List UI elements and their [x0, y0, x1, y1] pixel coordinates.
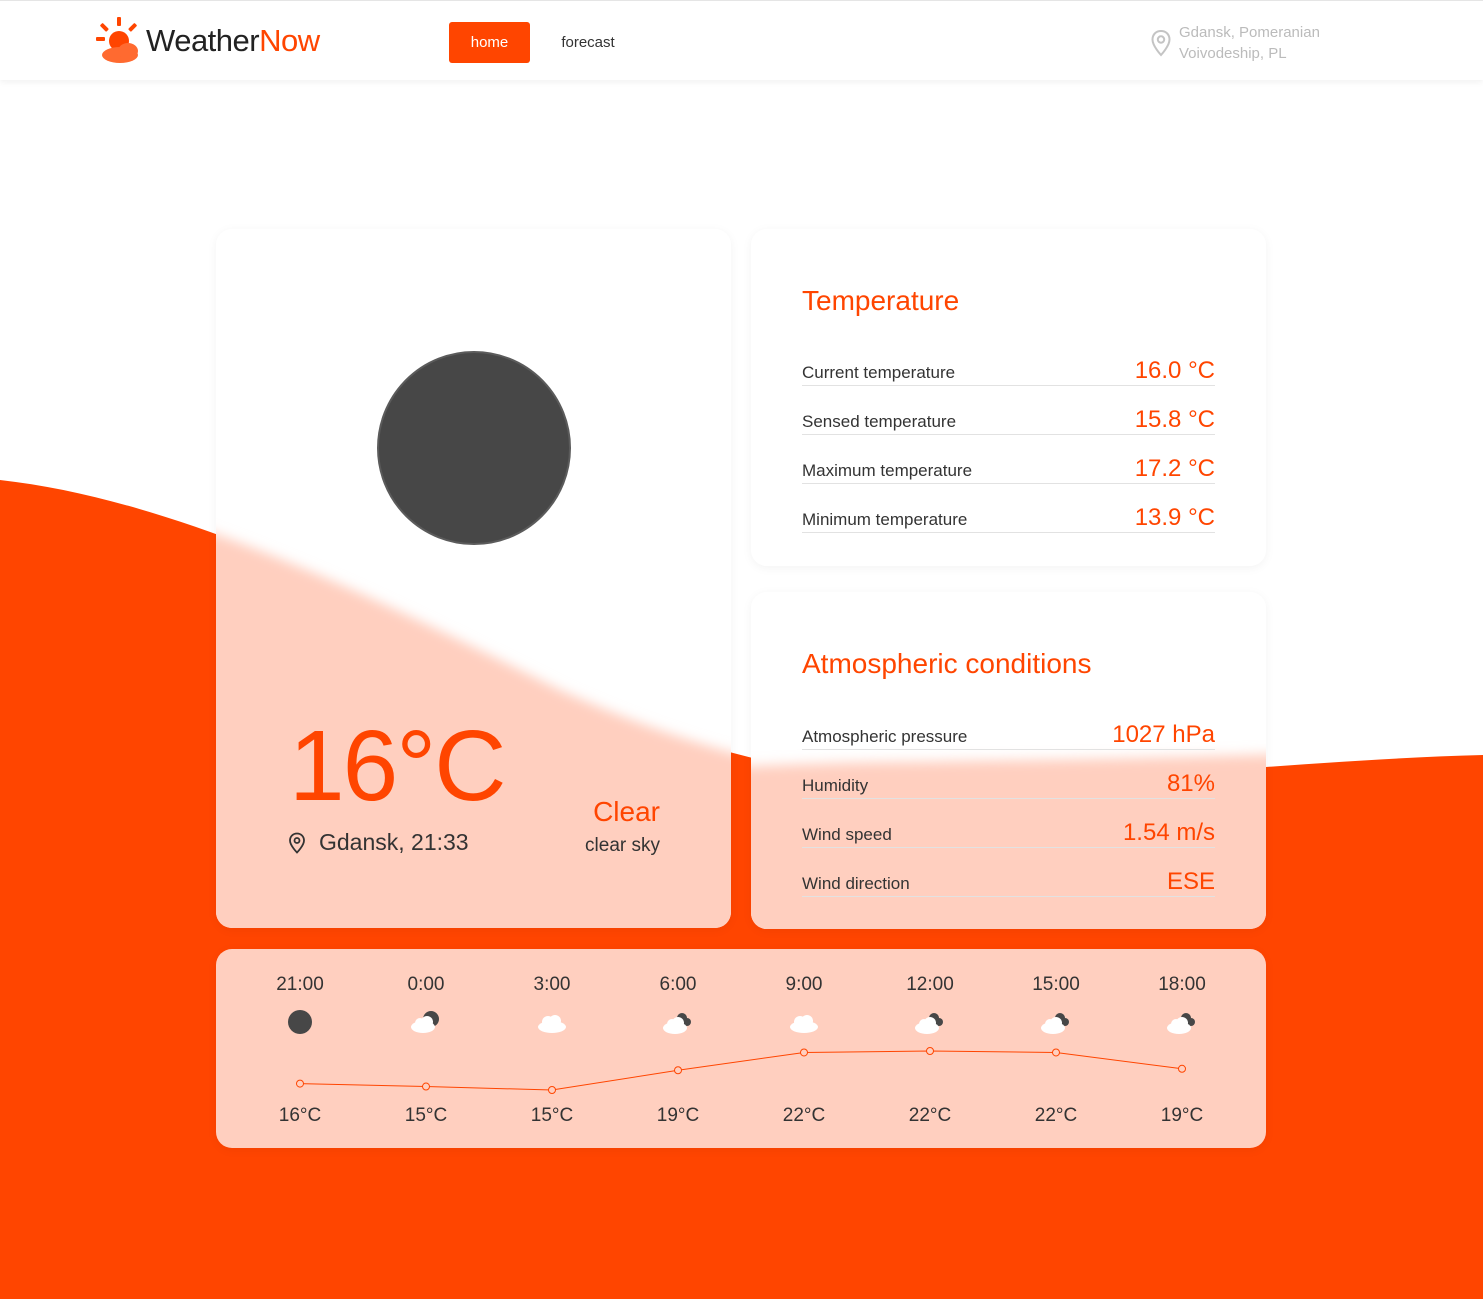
atmospheric-card: Atmospheric conditions Atmospheric press…	[751, 592, 1266, 929]
current-weather-card: 16°C Gdansk, 21:33 Clear clear sky	[216, 229, 731, 928]
hourly-item: 18:00 19°C	[1132, 949, 1232, 1148]
hourly-item: 9:00 22°C	[754, 949, 854, 1148]
temperature-title: Temperature	[802, 285, 960, 316]
list-item: Humidity 81%	[802, 750, 1215, 799]
hour-time: 15:00	[1032, 974, 1080, 995]
location-line-2: Voivodeship, PL	[1179, 45, 1287, 62]
atmospheric-title: Atmospheric conditions	[802, 648, 1092, 679]
cloud-icon	[538, 1015, 566, 1033]
current-city-time: Gdansk, 21:33	[288, 829, 469, 856]
hour-temp: 22°C	[908, 1105, 952, 1126]
temperature-card: Temperature Current temperature 16.0 °C …	[751, 229, 1266, 566]
hour-temp: 15°C	[530, 1105, 574, 1126]
row-value: 15.8 °C	[1134, 406, 1215, 433]
hour-temp: 19°C	[656, 1105, 700, 1126]
hour-temp: 22°C	[782, 1105, 826, 1126]
hour-temp: 16°C	[278, 1105, 322, 1126]
broken-clouds-icon	[915, 1013, 943, 1034]
hourly-item: 15:00 22°C	[1006, 949, 1106, 1148]
logo-text-weather: Weather	[146, 23, 260, 58]
list-item: Wind direction ESE	[802, 848, 1215, 897]
row-label: Humidity	[802, 776, 869, 795]
location-line-1: Gdansk, Pomeranian	[1179, 24, 1320, 41]
hour-time: 9:00	[785, 974, 823, 995]
hour-temp: 19°C	[1160, 1105, 1204, 1126]
hourly-forecast-card: 21:00 16°C 0:00 15°C 3:00 15°C 6:00 19°C 9:00 22°…	[216, 949, 1266, 1148]
broken-clouds-icon	[663, 1013, 691, 1034]
row-label: Minimum temperature	[802, 510, 968, 529]
condition-description: clear sky	[585, 835, 660, 856]
row-value: ESE	[1166, 868, 1215, 895]
nav-forecast-link[interactable]: forecast	[548, 22, 628, 63]
hour-time: 18:00	[1158, 974, 1206, 995]
row-value: 1027 hPa	[1112, 721, 1215, 748]
row-label: Maximum temperature	[802, 461, 973, 480]
row-value: 81%	[1166, 770, 1215, 797]
logo-text-now: Now	[259, 23, 320, 58]
hour-time: 6:00	[659, 974, 697, 995]
hourly-item: 0:00 15°C	[376, 949, 476, 1148]
hourly-item: 6:00 19°C	[628, 949, 728, 1148]
hour-time: 21:00	[276, 974, 324, 995]
condition-title: Clear	[593, 796, 660, 827]
hour-time: 0:00	[407, 974, 445, 995]
hour-time: 3:00	[533, 974, 571, 995]
hour-time: 12:00	[906, 974, 954, 995]
list-item: Minimum temperature 13.9 °C	[802, 484, 1215, 533]
list-item: Current temperature 16.0 °C	[802, 337, 1215, 386]
cloud-icon	[790, 1015, 818, 1033]
list-item: Sensed temperature 15.8 °C	[802, 386, 1215, 435]
row-label: Sensed temperature	[802, 412, 957, 431]
temperature-list: Current temperature 16.0 °C Sensed tempe…	[802, 337, 1215, 533]
row-value: 17.2 °C	[1134, 455, 1215, 482]
list-item: Maximum temperature 17.2 °C	[802, 435, 1215, 484]
moon-cloud-icon	[411, 1011, 439, 1033]
city-time-text: Gdansk, 21:33	[319, 829, 469, 855]
moon-icon	[288, 1010, 312, 1034]
broken-clouds-icon	[1041, 1013, 1069, 1034]
broken-clouds-icon	[1167, 1013, 1195, 1034]
hourly-temperature-line	[296, 1047, 1186, 1094]
sun-cloud-logo-icon	[96, 17, 138, 63]
current-temperature: 16°C	[289, 710, 506, 822]
hour-temp: 15°C	[404, 1105, 448, 1126]
nav-home-button[interactable]: home	[449, 22, 530, 63]
hourly-item: 21:00 16°C	[250, 949, 350, 1148]
list-item: Atmospheric pressure 1027 hPa	[802, 701, 1215, 750]
atmospheric-list: Atmospheric pressure 1027 hPa Humidity 8…	[802, 701, 1215, 897]
row-value: 1.54 m/s	[1122, 819, 1215, 846]
row-label: Wind direction	[802, 874, 910, 893]
row-label: Wind speed	[802, 825, 892, 844]
location-pin-icon	[1151, 29, 1171, 57]
row-label: Current temperature	[802, 363, 956, 382]
top-navbar: WeatherNow home forecast Gdansk, Pomeran…	[0, 0, 1483, 80]
location-pin-icon	[289, 832, 305, 854]
hour-temp: 22°C	[1034, 1105, 1078, 1126]
row-value: 16.0 °C	[1134, 357, 1215, 384]
row-value: 13.9 °C	[1134, 504, 1215, 531]
row-label: Atmospheric pressure	[802, 727, 968, 746]
header-location: Gdansk, Pomeranian Voivodeship, PL	[1179, 22, 1399, 64]
hourly-item: 12:00 22°C	[880, 949, 980, 1148]
logo[interactable]: WeatherNow	[96, 15, 320, 67]
hourly-item: 3:00 15°C	[502, 949, 602, 1148]
list-item: Wind speed 1.54 m/s	[802, 799, 1215, 848]
moon-icon	[377, 351, 571, 545]
